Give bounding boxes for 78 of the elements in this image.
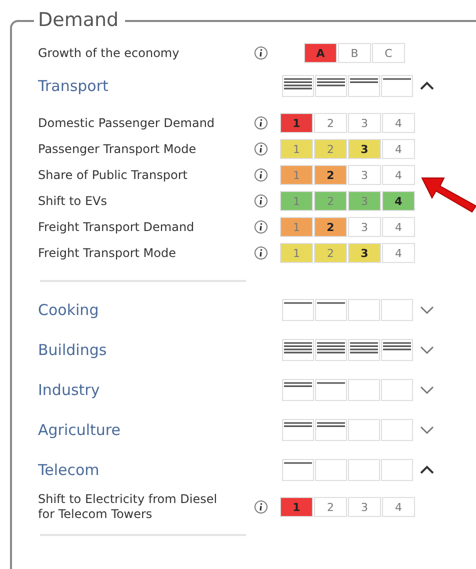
info-icon[interactable] [254,142,268,156]
level-bar-icon [315,459,347,481]
level-bar-icon [282,75,314,97]
level-bar-icon [381,299,413,321]
info-icon[interactable] [254,168,268,182]
lever-label: Growth of the economy [38,46,180,60]
section-title[interactable]: Agriculture [38,421,282,439]
level-bar-icon [282,419,314,441]
info-icon[interactable] [254,220,268,234]
info-icon[interactable] [254,46,268,60]
level-bar-icon [282,299,314,321]
level-option[interactable]: 4 [382,113,415,133]
section-title[interactable]: Transport [38,77,282,95]
expand-icon[interactable] [419,384,435,396]
lever-label: Domestic Passenger Demand [38,116,216,130]
info-icon[interactable] [254,116,268,130]
level-bar-icon [348,419,380,441]
lever-label: Freight Transport Mode [38,246,177,260]
level-bar-icon [348,379,380,401]
lever-label: Share of Public Transport [38,168,188,182]
level-option[interactable]: 4 [382,243,415,263]
level-option[interactable]: 2 [314,165,347,185]
level-bar-icon [315,339,347,361]
collapse-icon[interactable] [419,464,435,476]
level-option[interactable]: 1 [280,139,313,159]
level-option[interactable]: 4 [382,217,415,237]
level-option[interactable]: 1 [280,243,313,263]
level-option[interactable]: A [304,43,337,63]
level-option[interactable]: 2 [314,497,347,517]
section-title[interactable]: Buildings [38,341,282,359]
section-title[interactable]: Cooking [38,301,282,319]
level-option[interactable]: C [372,43,405,63]
level-option[interactable]: 3 [348,243,381,263]
level-option[interactable]: 4 [382,497,415,517]
lever-label: Passenger Transport Mode [38,142,198,156]
expand-icon[interactable] [419,424,435,436]
collapse-icon[interactable] [419,80,435,92]
level-option[interactable]: 3 [348,217,381,237]
level-bar-icon [381,75,413,97]
lever-label: Shift to Electricity from Diesel for Telecom Towers [38,492,218,522]
level-option[interactable]: 4 [382,165,415,185]
level-option[interactable]: 3 [348,139,381,159]
level-option[interactable]: 1 [280,497,313,517]
level-option[interactable]: 2 [314,243,347,263]
section-title[interactable]: Industry [38,381,282,399]
level-option[interactable]: 4 [382,139,415,159]
level-bar-icon [381,419,413,441]
info-icon[interactable] [254,194,268,208]
level-bar-icon [348,339,380,361]
level-bar-icon [381,379,413,401]
level-bar-icon [315,419,347,441]
level-option[interactable]: 2 [314,217,347,237]
level-bar-icon [315,379,347,401]
section-title[interactable]: Telecom [38,461,282,479]
level-bar-icon [348,75,380,97]
level-option[interactable]: 3 [348,113,381,133]
lever-label: Freight Transport Demand [38,220,196,234]
level-option[interactable]: B [338,43,371,63]
expand-icon[interactable] [419,304,435,316]
lever-label: Shift to EVs [38,194,108,208]
level-bar-icon [348,459,380,481]
level-option[interactable]: 3 [348,497,381,517]
level-option[interactable]: 1 [280,113,313,133]
info-icon[interactable] [254,246,268,260]
level-bar-icon [348,299,380,321]
level-option[interactable]: 3 [348,165,381,185]
level-bar-icon [315,299,347,321]
level-bar-icon [282,339,314,361]
expand-icon[interactable] [419,344,435,356]
level-bar-icon [282,379,314,401]
info-icon[interactable] [254,500,268,514]
level-bar-icon [282,459,314,481]
level-option[interactable]: 2 [314,113,347,133]
level-bar-icon [381,459,413,481]
level-option[interactable]: 2 [314,139,347,159]
level-bar-icon [315,75,347,97]
level-bar-icon [381,339,413,361]
level-option[interactable]: 4 [382,191,415,211]
